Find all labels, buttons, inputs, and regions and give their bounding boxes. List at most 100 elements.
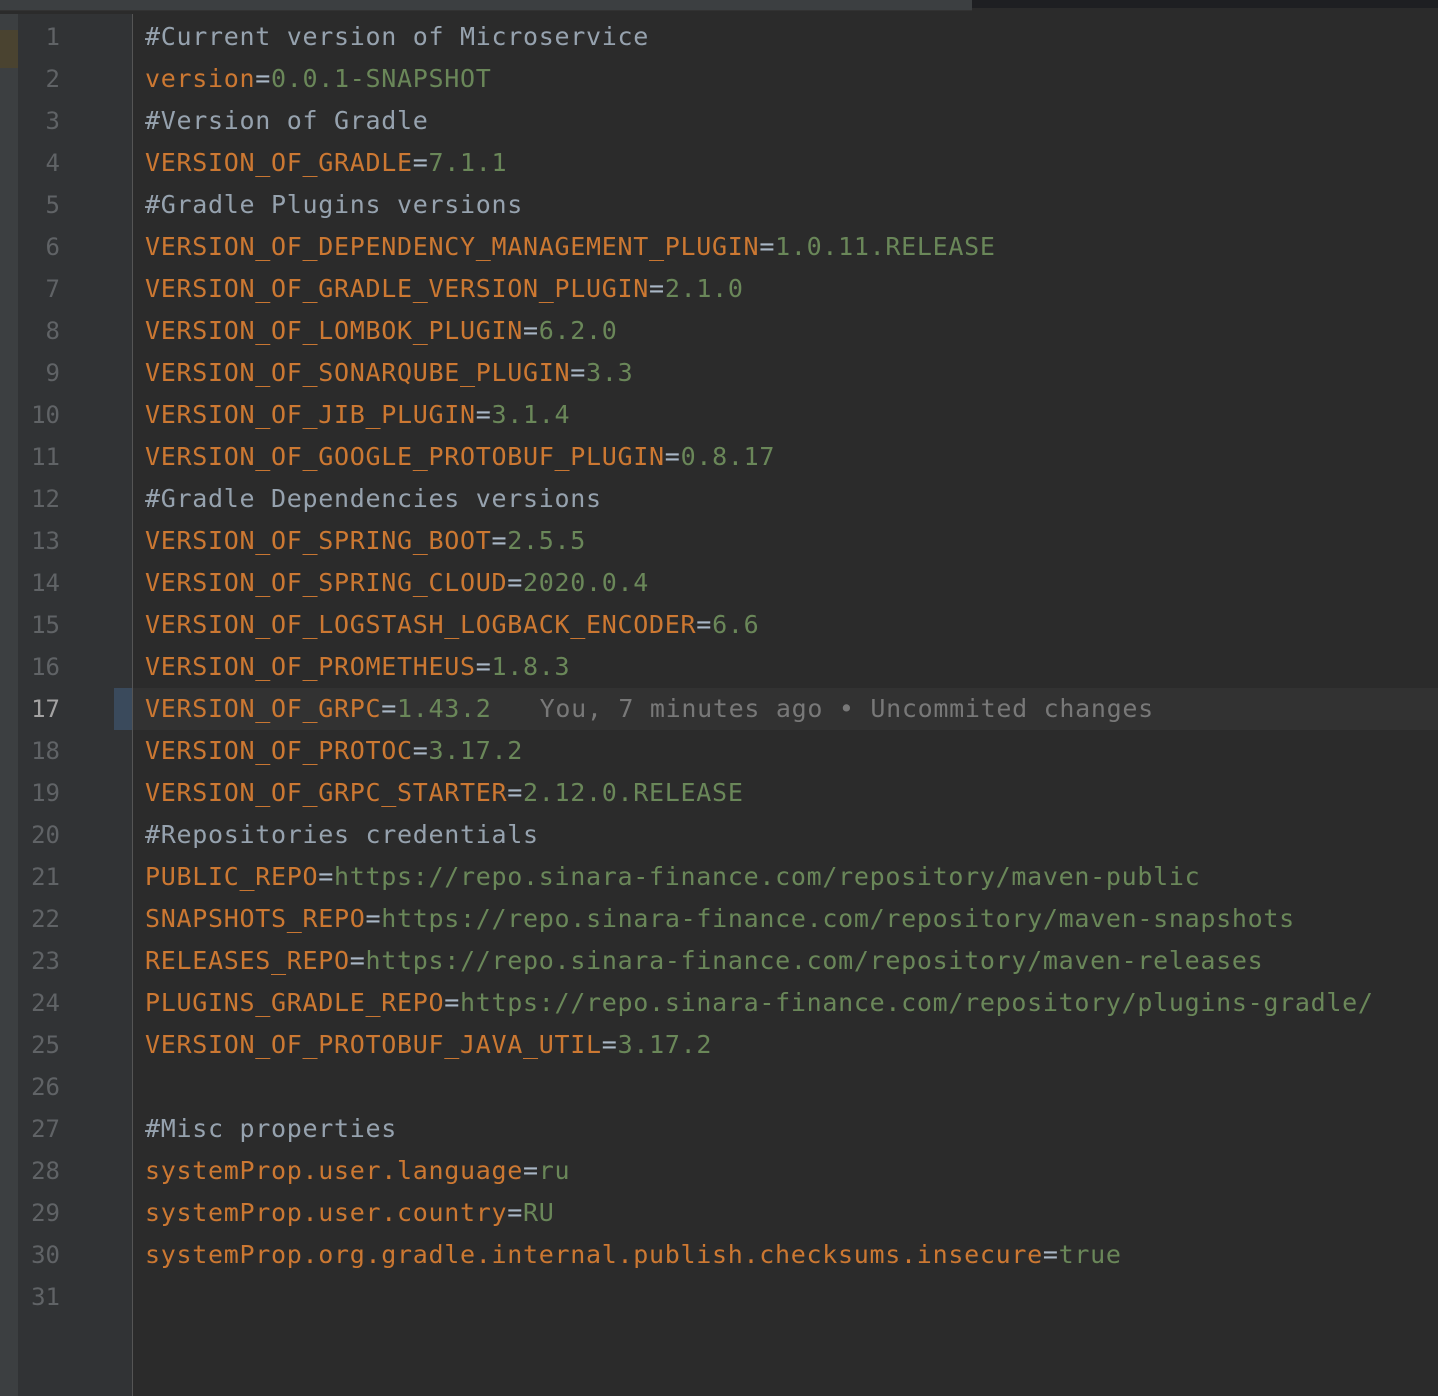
editor-tab-bar xyxy=(0,0,1438,14)
line-number: 4 xyxy=(45,149,60,177)
code-line[interactable]: 5 #Gradle Plugins versions xyxy=(0,184,1438,226)
line-number: 27 xyxy=(31,1115,60,1143)
line-content[interactable]: version=0.0.1-SNAPSHOT xyxy=(145,58,492,100)
property-key: version xyxy=(145,64,256,93)
line-content[interactable]: VERSION_OF_PROMETHEUS=1.8.3 xyxy=(145,646,570,688)
line-content[interactable]: #Gradle Plugins versions xyxy=(145,184,523,226)
property-key: VERSION_OF_SPRING_BOOT xyxy=(145,526,492,555)
equals-sign: = xyxy=(255,64,272,93)
line-content[interactable]: systemProp.org.gradle.internal.publish.c… xyxy=(145,1234,1122,1276)
property-key: VERSION_OF_PROTOBUF_JAVA_UTIL xyxy=(145,1030,602,1059)
code-line[interactable]: 19 VERSION_OF_GRPC_STARTER=2.12.0.RELEASE xyxy=(0,772,1438,814)
line-content[interactable]: #Gradle Dependencies versions xyxy=(145,478,602,520)
property-key: VERSION_OF_PROMETHEUS xyxy=(145,652,476,681)
line-content[interactable]: VERSION_OF_SONARQUBE_PLUGIN=3.3 xyxy=(145,352,633,394)
property-value: 6.6 xyxy=(712,610,760,639)
code-line[interactable]: 2 version=0.0.1-SNAPSHOT xyxy=(0,58,1438,100)
comment-text: #Misc properties xyxy=(145,1114,398,1143)
equals-sign: = xyxy=(1042,1240,1059,1269)
code-line[interactable]: 26 xyxy=(0,1066,1438,1108)
line-content[interactable]: PUBLIC_REPO=https://repo.sinara-finance.… xyxy=(145,856,1200,898)
code-line[interactable]: 25 VERSION_OF_PROTOBUF_JAVA_UTIL=3.17.2 xyxy=(0,1024,1438,1066)
code-line[interactable]: 18 VERSION_OF_PROTOC=3.17.2 xyxy=(0,730,1438,772)
line-number: 24 xyxy=(31,989,60,1017)
property-key: VERSION_OF_GRADLE_VERSION_PLUGIN xyxy=(145,274,650,303)
property-key: systemProp.user.language xyxy=(145,1156,524,1185)
line-content[interactable]: VERSION_OF_PROTOC=3.17.2 xyxy=(145,730,523,772)
property-value: https://repo.sinara-finance.com/reposito… xyxy=(381,904,1295,933)
code-line[interactable]: 1 #Current version of Microservice xyxy=(0,16,1438,58)
code-line[interactable]: 15 VERSION_OF_LOGSTASH_LOGBACK_ENCODER=6.… xyxy=(0,604,1438,646)
line-content[interactable]: VERSION_OF_PROTOBUF_JAVA_UTIL=3.17.2 xyxy=(145,1024,712,1066)
line-content[interactable]: #Misc properties xyxy=(145,1108,397,1150)
line-content[interactable]: VERSION_OF_GRPC_STARTER=2.12.0.RELEASE xyxy=(145,772,744,814)
line-content[interactable]: VERSION_OF_JIB_PLUGIN=3.1.4 xyxy=(145,394,570,436)
code-line[interactable]: 21 PUBLIC_REPO=https://repo.sinara-financ… xyxy=(0,856,1438,898)
line-content[interactable]: SNAPSHOTS_REPO=https://repo.sinara-finan… xyxy=(145,898,1295,940)
line-content[interactable]: systemProp.user.language=ru xyxy=(145,1150,570,1192)
line-number: 28 xyxy=(31,1157,60,1185)
code-line[interactable]: 13 VERSION_OF_SPRING_BOOT=2.5.5 xyxy=(0,520,1438,562)
line-content[interactable]: VERSION_OF_GRADLE_VERSION_PLUGIN=2.1.0 xyxy=(145,268,744,310)
code-line[interactable]: 17 VERSION_OF_GRPC=1.43.2 You, 7 minutes a… xyxy=(0,688,1438,730)
code-line[interactable]: 31 xyxy=(0,1276,1438,1318)
editor-tab[interactable] xyxy=(0,0,972,11)
code-line[interactable]: 23 RELEASES_REPO=https://repo.sinara-fina… xyxy=(0,940,1438,982)
line-content[interactable]: VERSION_OF_GOOGLE_PROTOBUF_PLUGIN=0.8.17 xyxy=(145,436,775,478)
code-line[interactable]: 30 systemProp.org.gradle.internal.publish… xyxy=(0,1234,1438,1276)
line-content[interactable]: VERSION_OF_LOGSTASH_LOGBACK_ENCODER=6.6 xyxy=(145,604,759,646)
line-number: 22 xyxy=(31,905,60,933)
line-content[interactable]: VERSION_OF_LOMBOK_PLUGIN=6.2.0 xyxy=(145,310,618,352)
code-line[interactable]: 12 #Gradle Dependencies versions xyxy=(0,478,1438,520)
property-value: 3.3 xyxy=(586,358,634,387)
code-line[interactable]: 16 VERSION_OF_PROMETHEUS=1.8.3 xyxy=(0,646,1438,688)
comment-text: #Gradle Plugins versions xyxy=(145,190,524,219)
code-line[interactable]: 10 VERSION_OF_JIB_PLUGIN=3.1.4 xyxy=(0,394,1438,436)
line-content[interactable]: systemProp.user.country=RU xyxy=(145,1192,555,1234)
code-line[interactable]: 28 systemProp.user.language=ru xyxy=(0,1150,1438,1192)
equals-sign: = xyxy=(412,148,429,177)
line-content[interactable]: RELEASES_REPO=https://repo.sinara-financ… xyxy=(145,940,1263,982)
line-number: 18 xyxy=(31,737,60,765)
property-value: https://repo.sinara-finance.com/reposito… xyxy=(334,862,1201,891)
equals-sign: = xyxy=(649,274,665,303)
property-key: VERSION_OF_GRPC_STARTER xyxy=(145,778,508,807)
current-line-gutter-marker xyxy=(114,688,132,730)
code-line[interactable]: 22 SNAPSHOTS_REPO=https://repo.sinara-fin… xyxy=(0,898,1438,940)
line-content[interactable]: VERSION_OF_GRPC=1.43.2 You, 7 minutes ago… xyxy=(145,688,1154,730)
inline-blame-annotation[interactable]: You, 7 minutes ago • Uncommited changes xyxy=(540,694,1154,723)
property-key: PUBLIC_REPO xyxy=(145,862,319,891)
line-content[interactable]: #Version of Gradle xyxy=(145,100,429,142)
code-line[interactable]: 3 #Version of Gradle xyxy=(0,100,1438,142)
code-line[interactable]: 7 VERSION_OF_GRADLE_VERSION_PLUGIN=2.1.0 xyxy=(0,268,1438,310)
line-content[interactable]: #Repositories credentials xyxy=(145,814,539,856)
code-line[interactable]: 20 #Repositories credentials xyxy=(0,814,1438,856)
property-key: VERSION_OF_JIB_PLUGIN xyxy=(145,400,476,429)
equals-sign: = xyxy=(475,400,492,429)
equals-sign: = xyxy=(570,358,587,387)
line-content[interactable]: VERSION_OF_GRADLE=7.1.1 xyxy=(145,142,507,184)
line-content[interactable]: VERSION_OF_DEPENDENCY_MANAGEMENT_PLUGIN=… xyxy=(145,226,996,268)
code-line[interactable]: 14 VERSION_OF_SPRING_CLOUD=2020.0.4 xyxy=(0,562,1438,604)
equals-sign: = xyxy=(507,778,524,807)
line-content[interactable]: VERSION_OF_SPRING_BOOT=2.5.5 xyxy=(145,520,586,562)
code-line[interactable]: 9 VERSION_OF_SONARQUBE_PLUGIN=3.3 xyxy=(0,352,1438,394)
line-content[interactable]: #Current version of Microservice xyxy=(145,16,649,58)
code-line[interactable]: 4 VERSION_OF_GRADLE=7.1.1 xyxy=(0,142,1438,184)
tab-bar-empty-area xyxy=(972,0,1438,8)
code-line[interactable]: 8 VERSION_OF_LOMBOK_PLUGIN=6.2.0 xyxy=(0,310,1438,352)
equals-sign: = xyxy=(318,862,335,891)
code-editor[interactable]: 1 #Current version of Microservice 2 versio… xyxy=(0,0,1438,1396)
line-number: 13 xyxy=(31,527,60,555)
line-number: 1 xyxy=(45,23,60,51)
code-line[interactable]: 27 #Misc properties xyxy=(0,1108,1438,1150)
line-content[interactable]: PLUGINS_GRADLE_REPO=https://repo.sinara-… xyxy=(145,982,1374,1024)
code-line[interactable]: 11 VERSION_OF_GOOGLE_PROTOBUF_PLUGIN=0.8.… xyxy=(0,436,1438,478)
line-content[interactable]: VERSION_OF_SPRING_CLOUD=2020.0.4 xyxy=(145,562,649,604)
property-value: https://repo.sinara-finance.com/reposito… xyxy=(365,946,1264,975)
line-number: 21 xyxy=(31,863,60,891)
code-line[interactable]: 6 VERSION_OF_DEPENDENCY_MANAGEMENT_PLUGIN… xyxy=(0,226,1438,268)
code-line[interactable]: 29 systemProp.user.country=RU xyxy=(0,1192,1438,1234)
property-key: RELEASES_REPO xyxy=(145,946,350,975)
code-line[interactable]: 24 PLUGINS_GRADLE_REPO=https://repo.sinar… xyxy=(0,982,1438,1024)
